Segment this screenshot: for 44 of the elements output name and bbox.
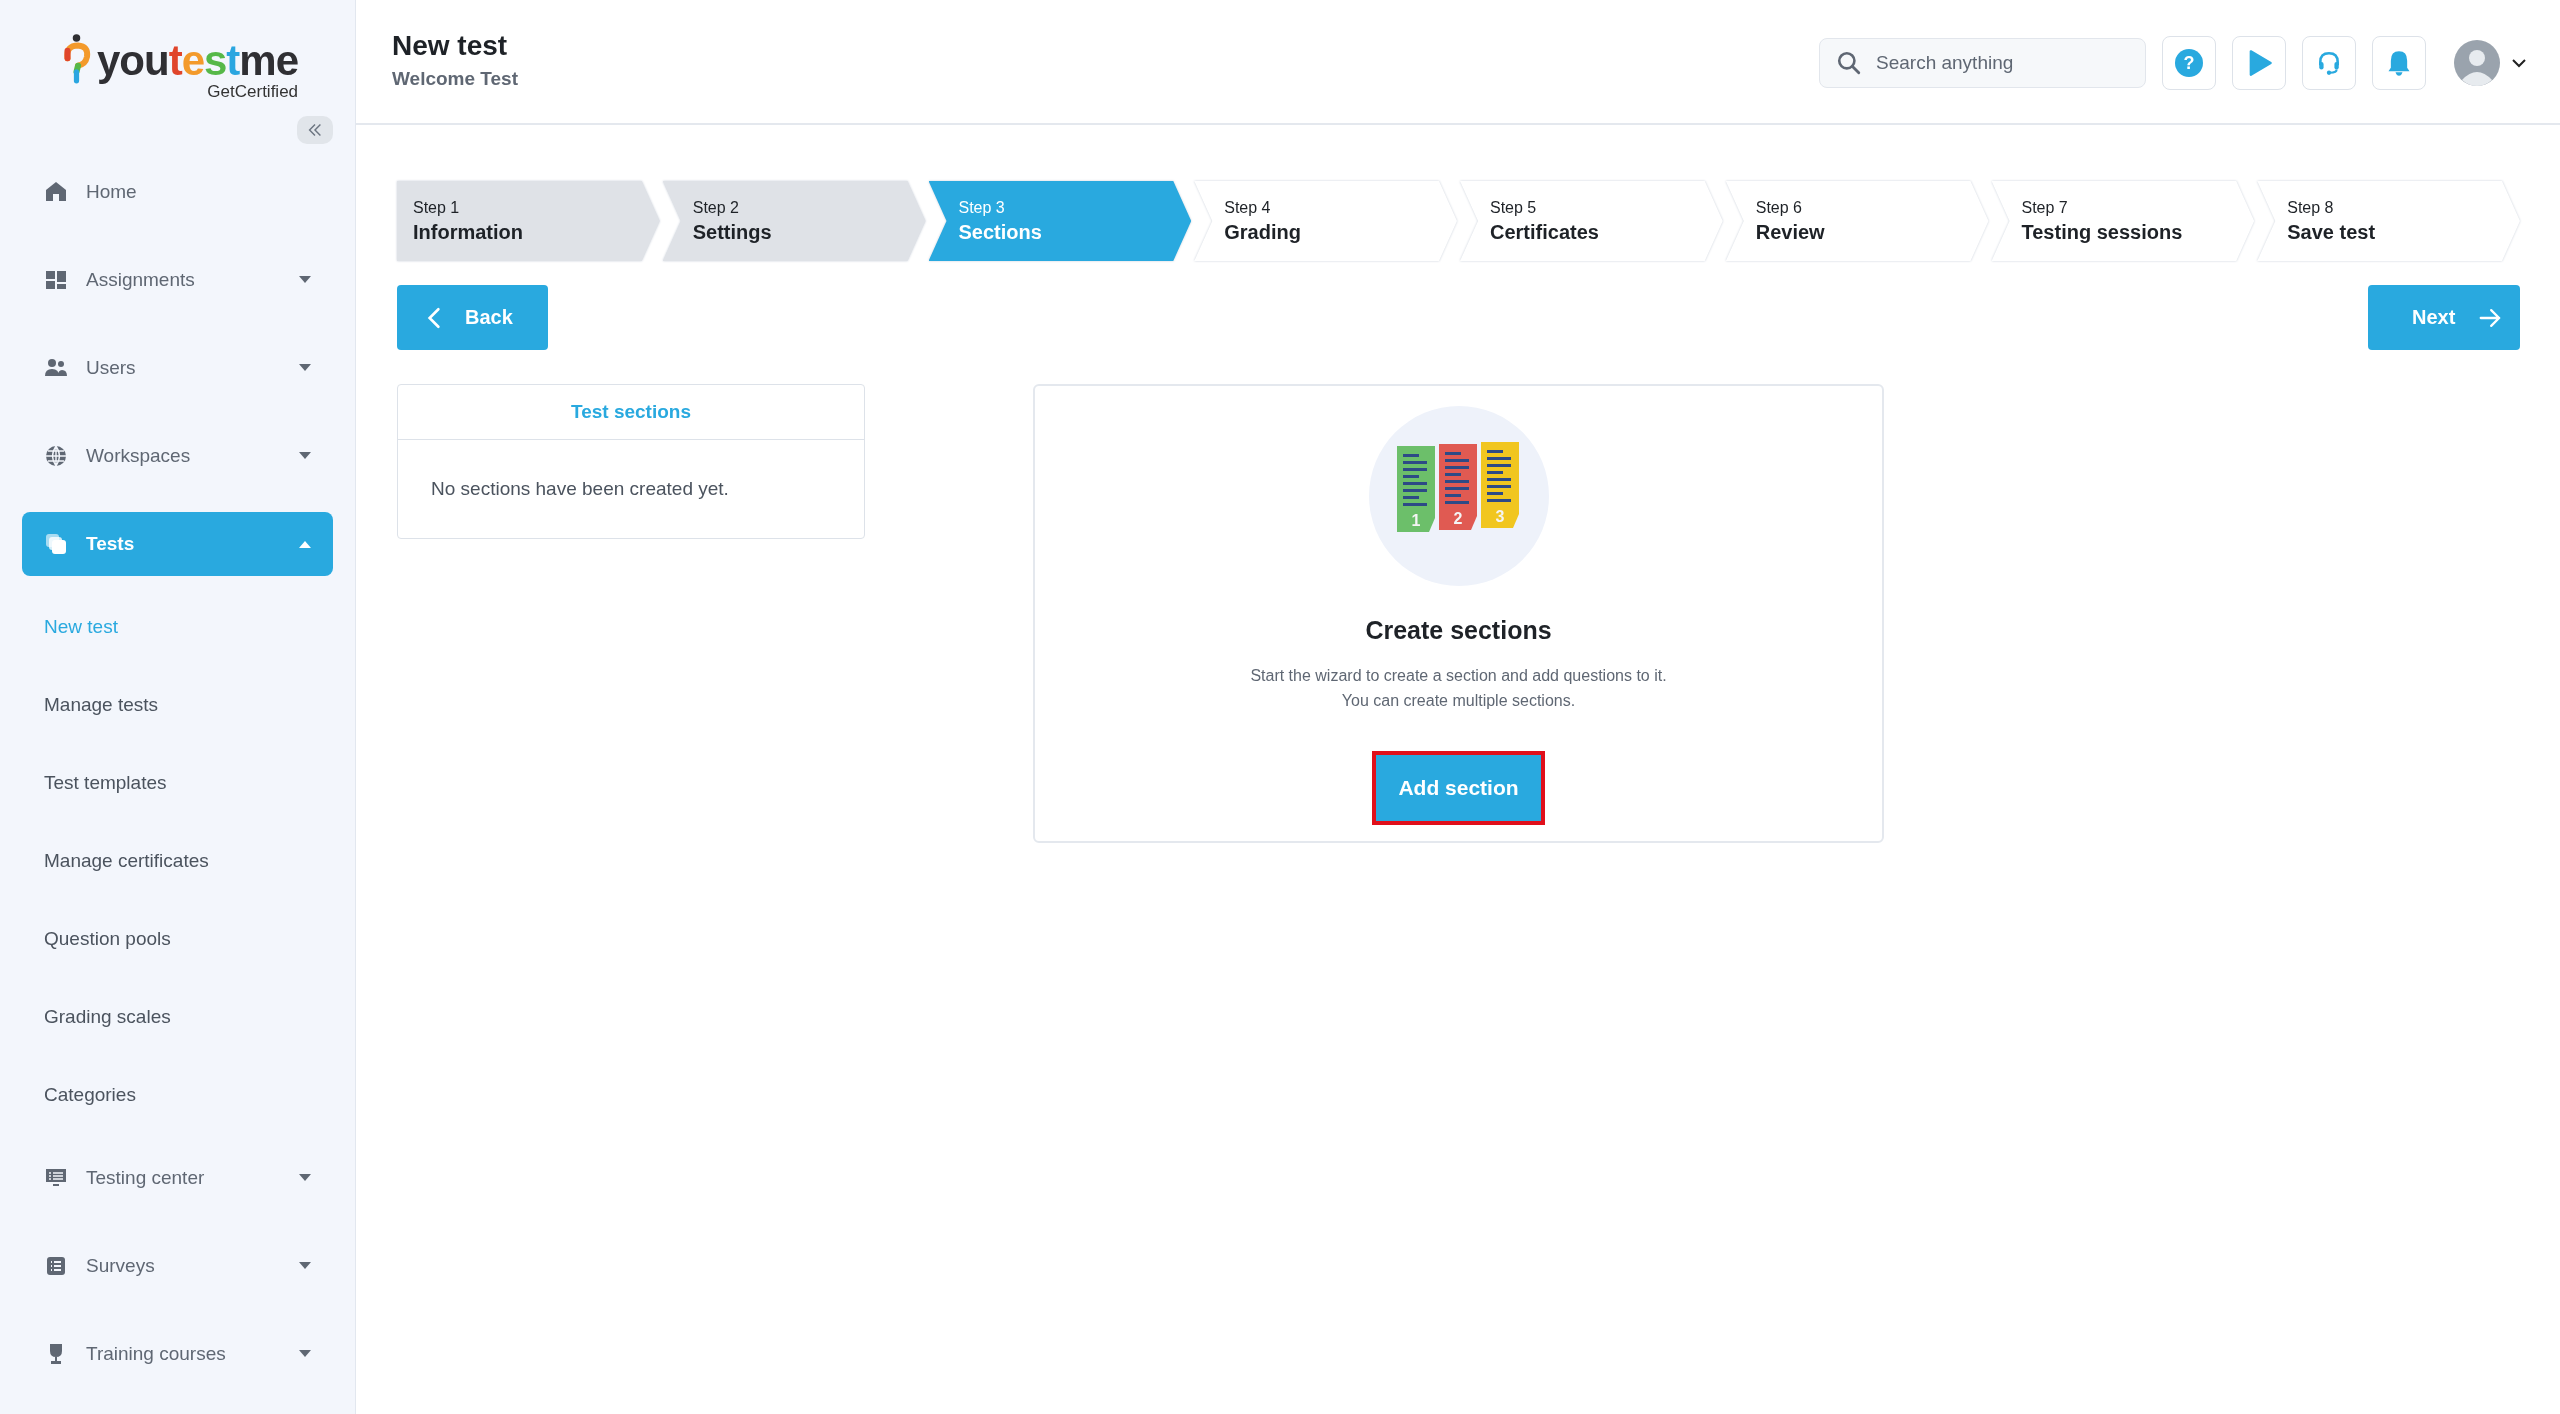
logo-tagline: GetCertified xyxy=(207,82,299,102)
sidebar-item[interactable]: Assignments xyxy=(22,248,333,312)
search-field[interactable]: Search anything xyxy=(1819,38,2146,88)
avatar-icon xyxy=(2454,40,2500,86)
sidebar-subitem[interactable]: Grading scales xyxy=(22,990,333,1044)
chevron-down-icon xyxy=(2512,58,2526,68)
sidebar-item[interactable]: Home xyxy=(22,160,333,224)
logo-icon xyxy=(62,32,93,86)
support-button[interactable] xyxy=(2302,36,2356,90)
sidebar-item[interactable]: Testing center xyxy=(22,1146,333,1210)
empty-state-description: Start the wizard to create a section and add questions to it. You can create multiple sections. xyxy=(1250,666,1667,711)
sidebar-item[interactable]: Surveys xyxy=(22,1234,333,1298)
headset-icon xyxy=(2316,50,2342,76)
home-icon xyxy=(44,180,68,204)
chevron-left-icon xyxy=(427,306,441,329)
sidebar-subitem[interactable]: Manage certificates xyxy=(22,834,333,888)
sidebar-subitem[interactable]: Question pools xyxy=(22,912,333,966)
list-icon xyxy=(44,1254,68,1278)
logo-wordmark: youtestme xyxy=(96,40,299,82)
notifications-button[interactable] xyxy=(2372,36,2426,90)
page-subtitle: Welcome Test xyxy=(392,68,518,90)
copies-icon xyxy=(44,532,68,556)
sidebar-item[interactable]: Training courses xyxy=(22,1322,333,1386)
sections-panel-title: Test sections xyxy=(398,385,864,440)
search-input[interactable]: Search anything xyxy=(1874,51,2118,75)
wizard-step[interactable]: Step 2 Settings xyxy=(662,181,926,261)
arrow-right-icon xyxy=(2479,306,2502,329)
play-button[interactable] xyxy=(2232,36,2286,90)
sidebar-item[interactable]: Workspaces xyxy=(22,424,333,488)
empty-message: No sections have been created yet. xyxy=(430,477,730,501)
sidebar-subitem[interactable]: Categories xyxy=(22,1068,333,1122)
page-title: New test xyxy=(392,30,509,62)
wizard-step[interactable]: Step 1 Information xyxy=(397,181,660,261)
numbered-folders-drawing: 1 2 3 xyxy=(1368,406,1549,586)
collapse-sidebar-button[interactable] xyxy=(297,116,333,144)
empty-state-title: Create sections xyxy=(1365,616,1552,645)
search-icon xyxy=(1836,50,1862,76)
sidebar-item[interactable]: Users xyxy=(22,336,333,400)
grid-icon xyxy=(44,268,68,292)
sidebar-subitem[interactable]: Manage tests xyxy=(22,678,333,732)
sidebar-subitem[interactable]: Test templates xyxy=(22,756,333,810)
globe-icon xyxy=(44,444,68,468)
double-chevron-left-icon xyxy=(306,121,324,139)
help-icon: ? xyxy=(2175,49,2203,77)
